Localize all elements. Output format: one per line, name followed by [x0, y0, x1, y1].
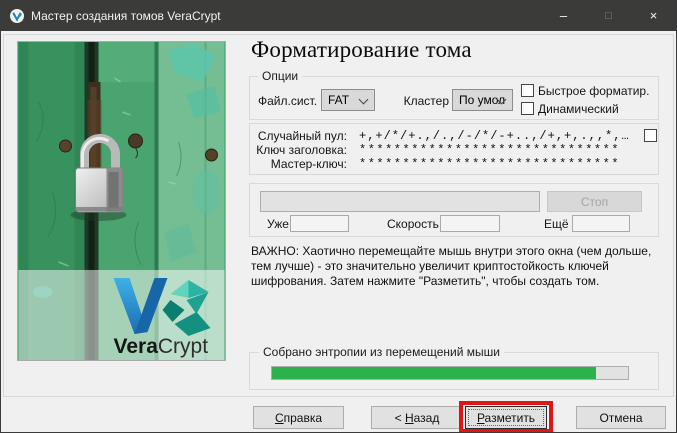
chevron-down-icon — [358, 94, 369, 105]
speed-label: Скорость — [387, 217, 439, 231]
quick-format-label: Быстрое форматир. — [538, 84, 650, 98]
dynamic-label: Динамический — [538, 102, 619, 116]
left-label: Ещё — [544, 217, 569, 231]
minimize-icon[interactable]: – — [541, 1, 586, 31]
veracrypt-wordmark: VeraCrypt — [114, 335, 209, 358]
left-field[interactable] — [572, 215, 630, 232]
format-button[interactable]: Разметить — [465, 406, 547, 429]
stop-button[interactable]: Стоп — [547, 191, 642, 212]
options-group-label: Опции — [258, 70, 303, 83]
close-icon[interactable]: × — [631, 1, 676, 31]
master-key-label: Мастер-ключ: — [270, 157, 347, 171]
filesystem-label: Файл.сист. — [258, 94, 318, 108]
filesystem-select[interactable]: FAT — [321, 89, 375, 111]
caption-buttons: – □ × — [541, 1, 676, 31]
cluster-label: Кластер — [403, 94, 449, 108]
window-title: Мастер создания томов VeraCrypt — [31, 9, 221, 23]
random-pool-value: +,+/*/+.,/.,/-/*/-+..,/+,+,.,,*,… — [359, 129, 630, 143]
done-field[interactable] — [290, 215, 349, 232]
page-title: Форматирование тома — [251, 37, 472, 62]
speed-field[interactable] — [440, 215, 500, 232]
maximize-icon: □ — [605, 10, 612, 22]
done-label: Уже — [267, 217, 289, 231]
entropy-group-label: Собрано энтропии из перемещений мыши — [259, 346, 504, 359]
padlock-illustration: VeraCrypt — [18, 42, 225, 360]
entropy-progressbar — [271, 366, 629, 380]
cancel-button[interactable]: Отмена — [576, 406, 666, 429]
quick-format-checkbox[interactable] — [521, 84, 534, 97]
format-progress-groupbox: Стоп Уже Скорость Ещё — [249, 183, 659, 237]
help-button[interactable]: Справка — [253, 406, 344, 429]
veracrypt-app-icon — [10, 9, 24, 23]
veracrypt-wizard-window: Мастер создания томов VeraCrypt – □ × Ve… — [0, 0, 677, 433]
important-notice-text: ВАЖНО: Хаотично перемещайте мышь внутри … — [251, 244, 652, 288]
header-key-label: Ключ заголовка: — [256, 143, 347, 157]
show-pool-checkbox[interactable] — [644, 129, 657, 142]
filesystem-value: FAT — [328, 93, 350, 107]
entropy-progress-fill — [272, 367, 596, 379]
random-pool-label: Случайный пул: — [257, 129, 347, 143]
options-groupbox: Опции Файл.сист. FAT Кластер По умол Быс… — [249, 70, 659, 120]
header-key-value: ****************************** — [359, 143, 621, 157]
random-pool-groupbox: Случайный пул: +,+/*/+.,/.,/-/*/-+..,/+,… — [249, 123, 659, 175]
back-button[interactable]: < Назад — [371, 406, 463, 429]
format-progressbar — [260, 191, 540, 212]
titlebar: Мастер создания томов VeraCrypt – □ × — [1, 1, 676, 31]
door-padlock-photo: VeraCrypt — [17, 41, 226, 361]
dynamic-checkbox[interactable] — [521, 102, 534, 115]
cluster-select[interactable]: По умол — [452, 89, 513, 111]
master-key-value: ****************************** — [359, 157, 621, 171]
